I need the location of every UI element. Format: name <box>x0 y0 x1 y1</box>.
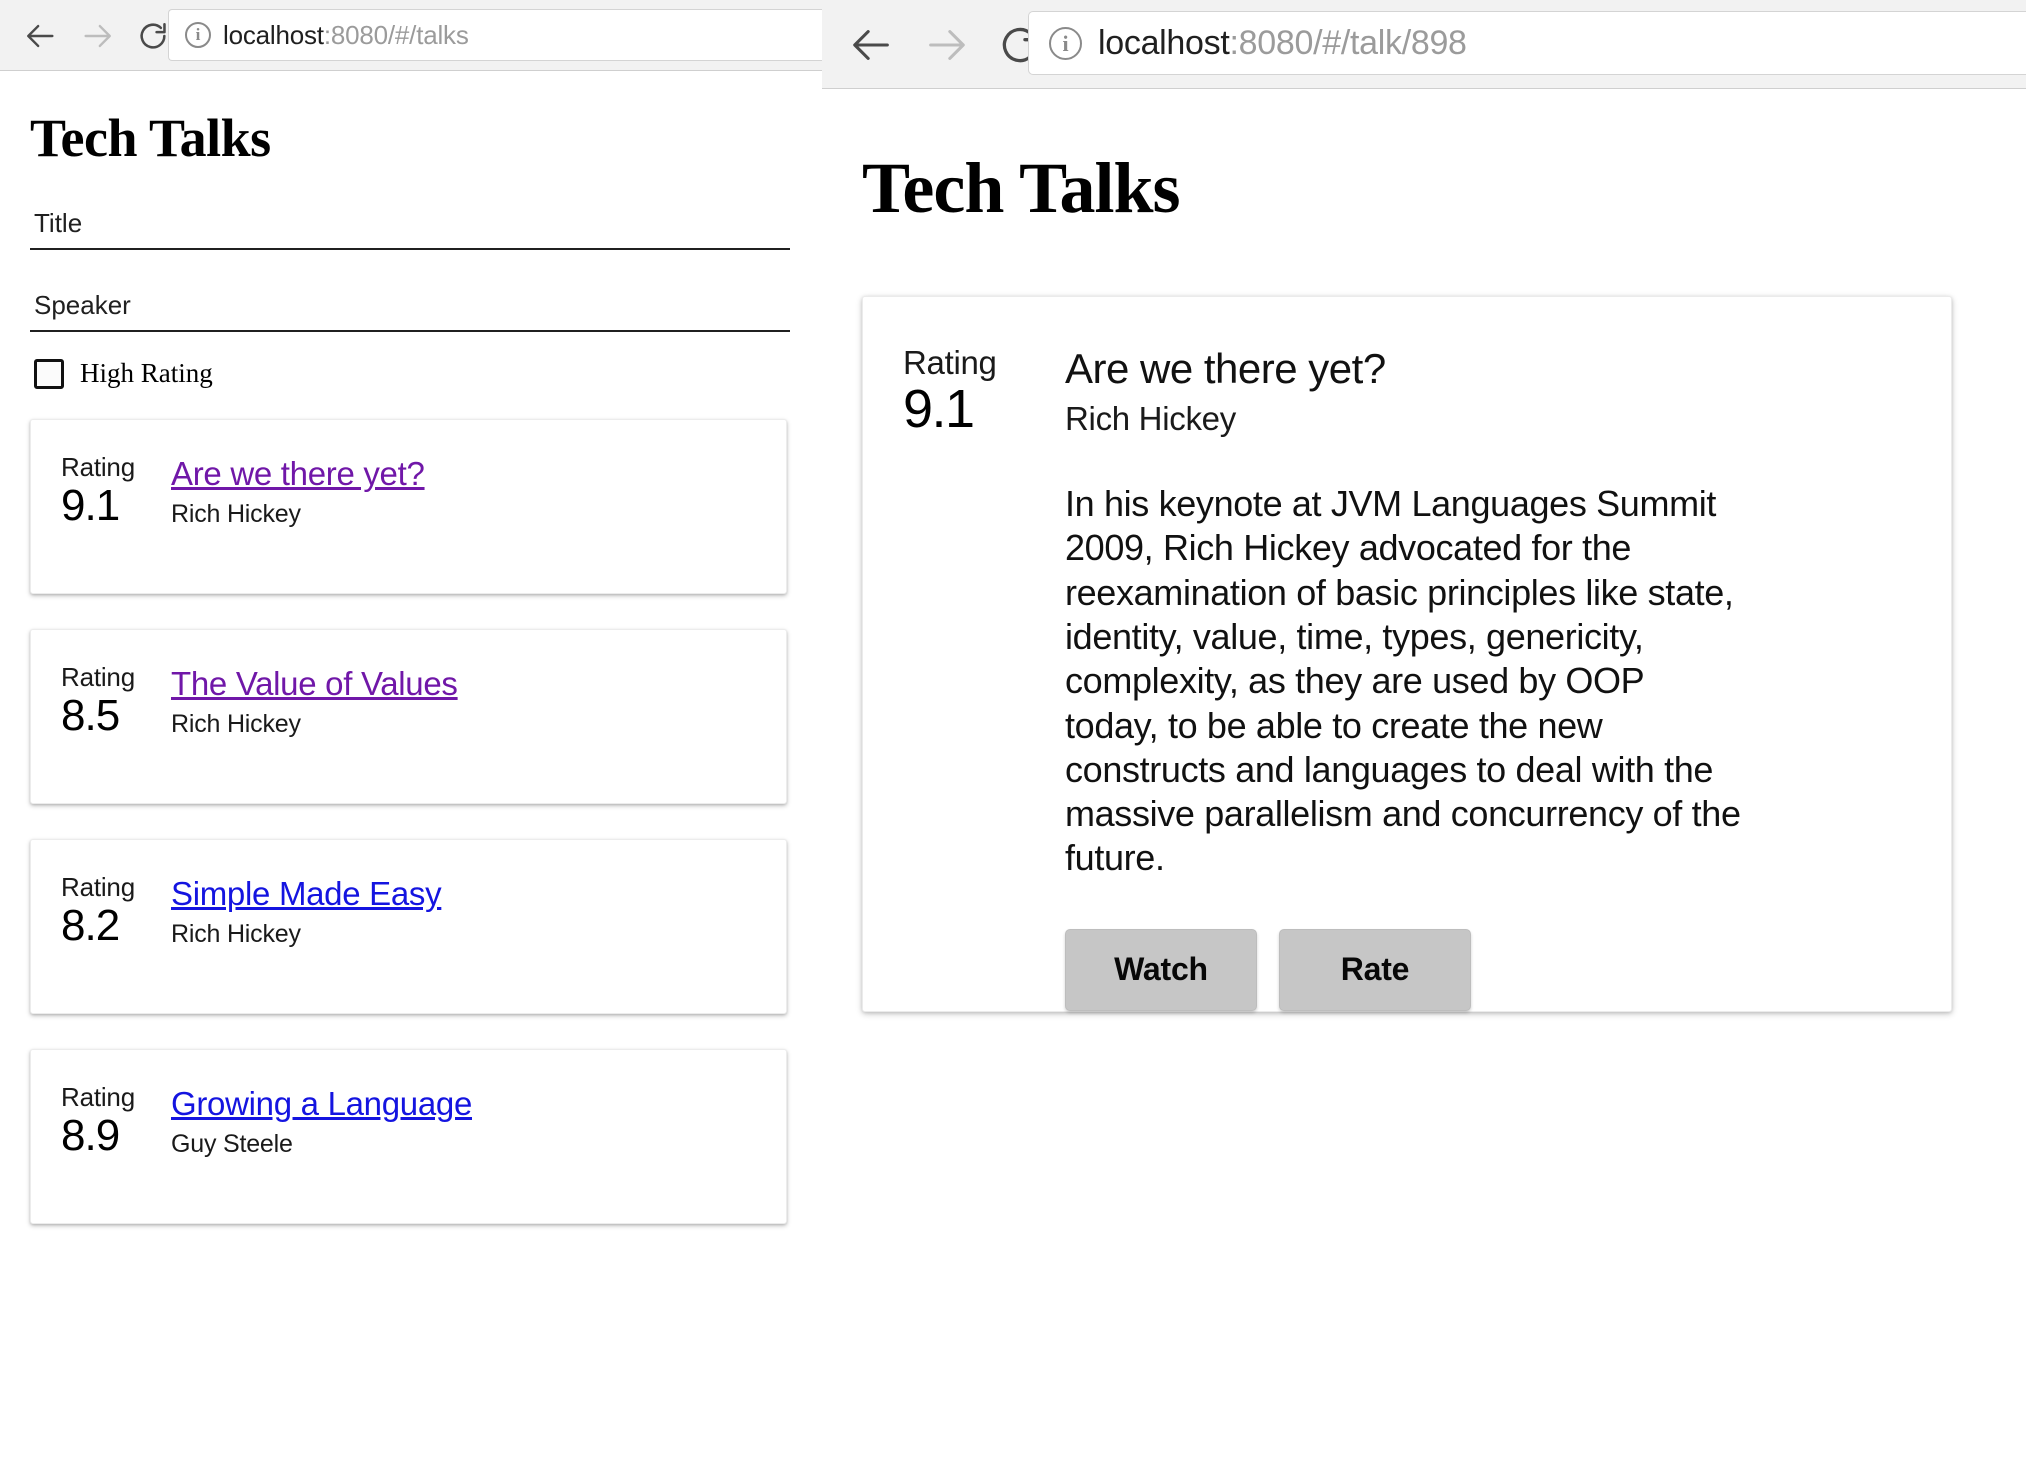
reload-icon[interactable] <box>134 17 172 55</box>
title-filter-input[interactable] <box>30 206 790 251</box>
browser-nav-buttons-right <box>832 0 1044 89</box>
rating-label: Rating <box>61 452 135 483</box>
rating-block: Rating 8.9 <box>61 1082 161 1161</box>
talk-title-link[interactable]: Growing a Language <box>171 1085 472 1123</box>
title-filter-field <box>30 168 790 251</box>
info-circle-icon[interactable]: i <box>1049 26 1082 60</box>
high-rating-label: High Rating <box>80 358 213 389</box>
url-text-left: localhost:8080/#/talks <box>223 20 469 51</box>
talk-speaker: Rich Hickey <box>171 920 301 949</box>
url-text-right: localhost:8080/#/talk/898 <box>1098 24 1467 63</box>
talk-detail-card: Rating 9.1 Are we there yet? Rich Hickey… <box>862 296 1952 1012</box>
browser-chrome-right: i localhost:8080/#/talk/898 <box>822 0 2026 89</box>
detail-title-block: Are we there yet? Rich Hickey <box>1065 345 1386 438</box>
speaker-filter-field <box>30 250 790 333</box>
rating-block: Rating 9.1 <box>61 452 161 531</box>
rate-button[interactable]: Rate <box>1279 928 1471 1011</box>
back-arrow-icon[interactable] <box>848 21 896 69</box>
talk-card[interactable]: Rating 8.5 The Value of Values Rich Hick… <box>30 629 787 805</box>
address-bar-left[interactable]: i localhost:8080/#/talks <box>168 9 822 61</box>
page-title-left: Tech Talks <box>30 108 271 168</box>
talk-card[interactable]: Rating 8.9 Growing a Language Guy Steele <box>30 1049 787 1225</box>
speaker-filter-input[interactable] <box>30 288 790 333</box>
page-content-right: Tech Talks Rating 9.1 Are we there yet? … <box>822 89 2026 1462</box>
talk-title-link[interactable]: The Value of Values <box>171 665 458 703</box>
talk-card[interactable]: Rating 8.2 Simple Made Easy Rich Hickey <box>30 839 787 1015</box>
talk-card[interactable]: Rating 9.1 Are we there yet? Rich Hickey <box>30 419 787 595</box>
talk-meta: Simple Made Easy Rich Hickey <box>171 873 442 949</box>
rating-value: 9.1 <box>61 481 120 531</box>
detail-talk-title: Are we there yet? <box>1065 345 1386 393</box>
browser-chrome-left: i localhost:8080/#/talks <box>0 0 822 71</box>
talk-speaker: Rich Hickey <box>171 500 301 529</box>
rating-value: 8.9 <box>61 1111 120 1161</box>
url-host-right: localhost <box>1098 23 1230 62</box>
high-rating-checkbox[interactable] <box>34 358 64 389</box>
talks-list: Rating 9.1 Are we there yet? Rich Hickey… <box>30 419 792 1225</box>
screenshot-root: i localhost:8080/#/talks Tech Talks High… <box>0 0 2026 1462</box>
detail-rating-label: Rating <box>903 344 997 382</box>
rating-block: Rating 8.5 <box>61 662 161 741</box>
url-host-left: localhost <box>223 19 324 50</box>
talk-speaker: Rich Hickey <box>171 710 301 739</box>
detail-rating-value: 9.1 <box>903 379 975 440</box>
page-title-right: Tech Talks <box>862 148 1181 228</box>
talk-meta: Growing a Language Guy Steele <box>171 1083 472 1159</box>
url-path-left: :8080/#/talks <box>323 19 469 50</box>
back-arrow-icon[interactable] <box>22 17 60 55</box>
detail-talk-speaker: Rich Hickey <box>1065 400 1236 438</box>
talk-title-link[interactable]: Simple Made Easy <box>171 875 442 913</box>
talk-detail-header: Rating 9.1 Are we there yet? Rich Hickey <box>903 344 1951 440</box>
browser-window-talk-detail: i localhost:8080/#/talk/898 Tech Talks R… <box>822 0 2026 1462</box>
rating-block: Rating 8.2 <box>61 872 161 951</box>
rating-label: Rating <box>61 872 135 903</box>
rating-label: Rating <box>61 662 135 693</box>
rating-value: 8.5 <box>61 691 120 741</box>
forward-arrow-icon <box>78 17 116 55</box>
detail-action-buttons: Watch Rate <box>1065 928 1951 1011</box>
detail-rating-block: Rating 9.1 <box>903 344 1033 440</box>
url-path-right: :8080/#/talk/898 <box>1229 23 1467 62</box>
talk-title-link[interactable]: Are we there yet? <box>171 455 425 493</box>
browser-window-talks-list: i localhost:8080/#/talks Tech Talks High… <box>0 0 822 1462</box>
forward-arrow-icon <box>922 21 970 69</box>
address-bar-right[interactable]: i localhost:8080/#/talk/898 <box>1028 11 2026 75</box>
talk-meta: Are we there yet? Rich Hickey <box>171 453 425 529</box>
detail-description: In his keynote at JVM Languages Summit 2… <box>1065 483 1741 879</box>
page-content-left: Tech Talks High Rating Rating 9.1 <box>0 71 822 1462</box>
rating-label: Rating <box>61 1082 135 1113</box>
rating-value: 8.2 <box>61 901 120 951</box>
high-rating-checkbox-row[interactable]: High Rating <box>30 358 792 389</box>
talk-speaker: Guy Steele <box>171 1130 293 1159</box>
talk-meta: The Value of Values Rich Hickey <box>171 663 458 739</box>
info-circle-icon[interactable]: i <box>185 22 211 48</box>
watch-button[interactable]: Watch <box>1065 928 1257 1011</box>
browser-nav-buttons-left <box>10 0 172 71</box>
